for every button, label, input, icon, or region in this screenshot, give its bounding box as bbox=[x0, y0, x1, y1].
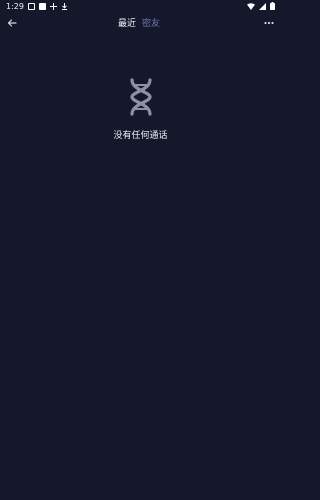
tab-bar: 最近 密友 bbox=[118, 16, 160, 29]
status-time: 1:29 bbox=[6, 1, 24, 11]
plus-notification-icon bbox=[49, 2, 57, 10]
more-dots-icon bbox=[264, 21, 274, 25]
image-notification-icon bbox=[27, 2, 35, 10]
app-notification-icon bbox=[38, 2, 46, 10]
status-bar: 1:29 bbox=[0, 0, 281, 12]
download-icon bbox=[61, 2, 67, 10]
battery-icon bbox=[270, 2, 275, 10]
empty-message: 没有任何通话 bbox=[113, 131, 168, 141]
arrow-left-icon bbox=[7, 19, 17, 27]
status-right bbox=[247, 2, 275, 10]
signal-icon bbox=[259, 2, 266, 10]
wifi-icon bbox=[247, 2, 255, 10]
tab-close-friends[interactable]: 密友 bbox=[142, 16, 160, 29]
status-left: 1:29 bbox=[6, 2, 68, 11]
dna-icon bbox=[129, 78, 152, 116]
back-button[interactable] bbox=[4, 15, 20, 31]
header: 最近 密友 bbox=[0, 12, 281, 34]
empty-state: 没有任何通话 bbox=[0, 78, 281, 141]
tab-recent[interactable]: 最近 bbox=[118, 16, 136, 29]
more-button[interactable] bbox=[261, 15, 277, 31]
